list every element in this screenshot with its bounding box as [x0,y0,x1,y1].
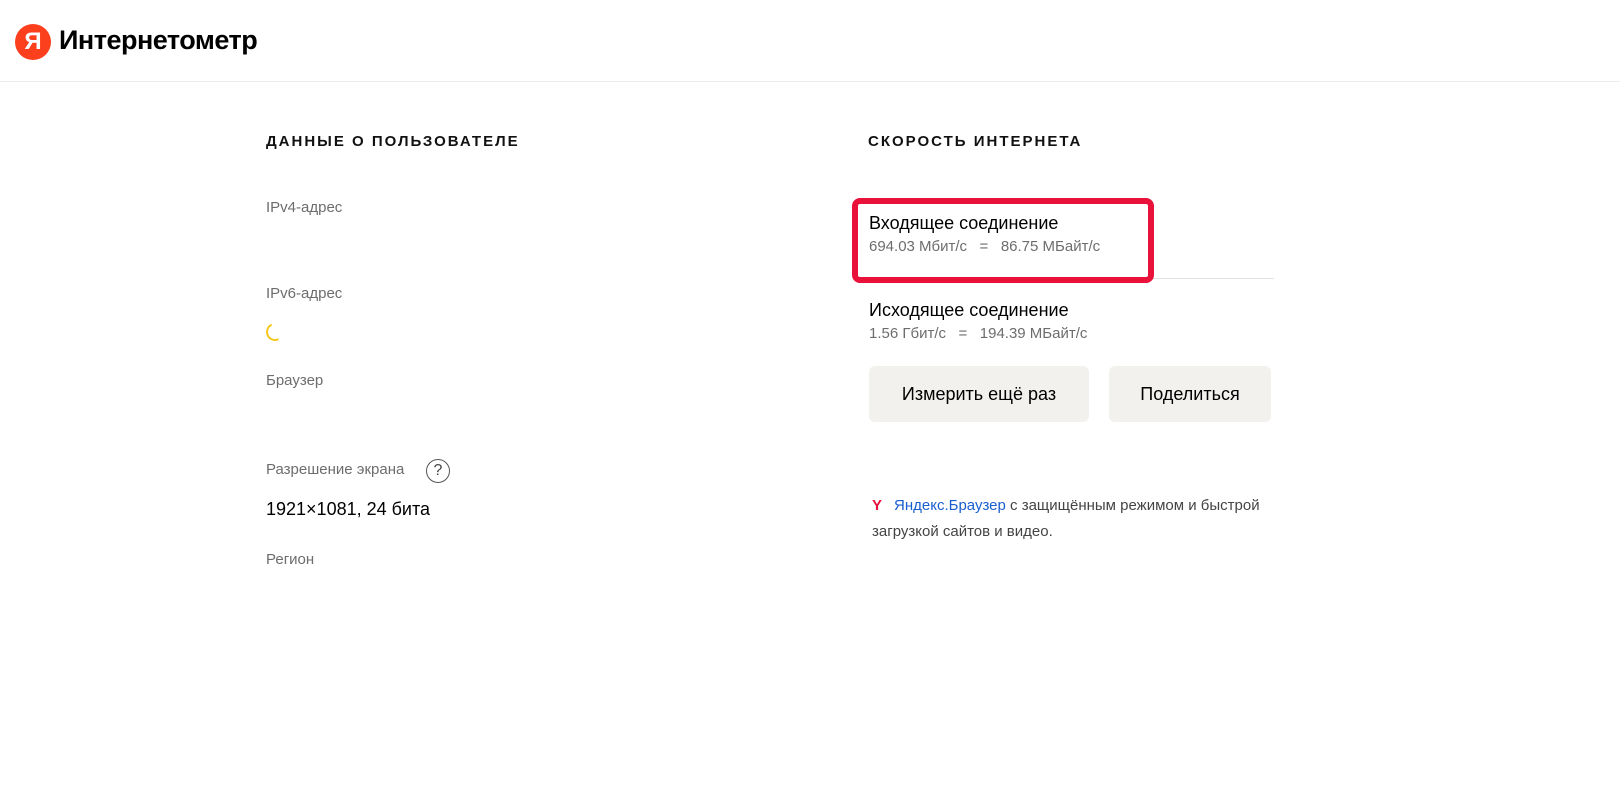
browser-promo: Y Яндекс.Браузер с защищённым режимом и б… [872,493,1312,545]
region-label: Регион [266,551,315,568]
yandex-logo-icon[interactable]: Я [15,24,51,60]
outgoing-speed-value: 1.56 Гбит/с = 194.39 МБайт/с [869,325,1088,342]
loading-spinner-icon [263,320,287,344]
browser-label: Браузер [266,372,324,389]
yandex-browser-link[interactable]: Яндекс.Браузер [894,497,1006,514]
ipv6-label: IPv6-адрес [266,285,343,302]
speed-title: СКОРОСТЬ ИНТЕРНЕТА [868,133,1083,150]
yandex-browser-icon: Y [872,497,883,514]
ipv4-label: IPv4-адрес [266,199,343,216]
user-data-title: ДАННЫЕ О ПОЛЬЗОВАТЕЛЕ [266,133,520,150]
resolution-value: 1921×1081, 24 бита [266,499,431,519]
incoming-highlight-frame [852,198,1154,283]
help-icon[interactable]: ? [426,459,450,483]
site-title[interactable]: Интернетометр [59,22,258,58]
outgoing-title: Исходящее соединение [869,300,1069,320]
resolution-label: Разрешение экрана [266,461,405,478]
header: Я Интернетометр [0,0,1620,82]
share-button[interactable]: Поделиться [1109,366,1271,422]
measure-again-button[interactable]: Измерить ещё раз [869,366,1089,422]
